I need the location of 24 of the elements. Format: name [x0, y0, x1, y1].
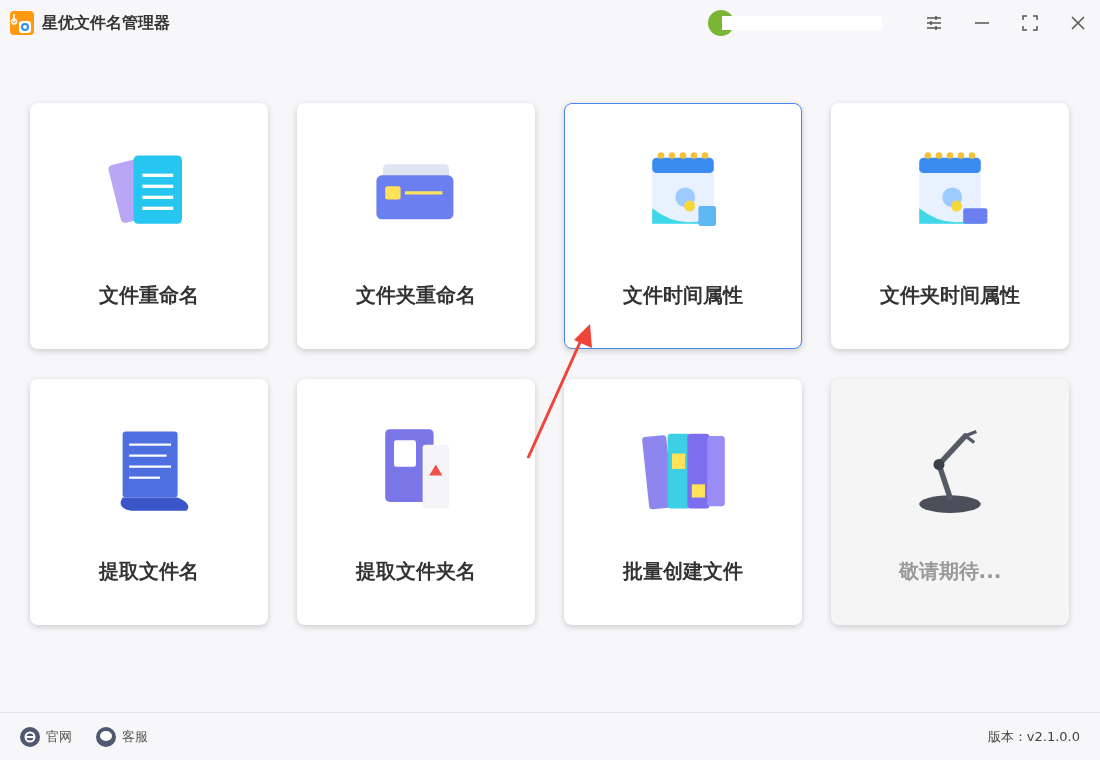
version-label: 版本：v2.1.0.0 [987, 727, 1080, 746]
feature-card[interactable]: 批量创建文件 [564, 379, 802, 625]
card-label: 提取文件夹名 [356, 558, 476, 585]
card-label: 文件重命名 [99, 282, 199, 309]
feature-card[interactable]: 文件夹重命名 [297, 103, 535, 349]
settings-icon[interactable] [924, 13, 944, 33]
card-label: 文件时间属性 [623, 282, 743, 309]
card-label: 文件夹重命名 [356, 282, 476, 309]
card-label: 批量创建文件 [623, 558, 743, 585]
footer-link[interactable]: 客服 [96, 726, 148, 747]
app-logo-icon [10, 11, 34, 35]
feature-card[interactable]: 提取文件名 [30, 379, 268, 625]
chat-bubble-icon [96, 726, 116, 747]
window-title: 星优文件名管理器 [42, 12, 170, 34]
maximize-icon[interactable] [1020, 13, 1040, 33]
globe-icon [20, 726, 40, 747]
feature-card[interactable]: 文件时间属性 [564, 103, 802, 349]
feature-card[interactable]: 文件夹时间属性 [831, 103, 1069, 349]
card-label: 文件夹时间属性 [880, 282, 1020, 309]
feature-card[interactable]: 文件重命名 [30, 103, 268, 349]
feature-card[interactable]: 提取文件夹名 [297, 379, 535, 625]
card-label: 敬请期待... [898, 558, 1002, 585]
card-label: 提取文件名 [99, 558, 199, 585]
footer-link[interactable]: 官网 [20, 726, 72, 747]
